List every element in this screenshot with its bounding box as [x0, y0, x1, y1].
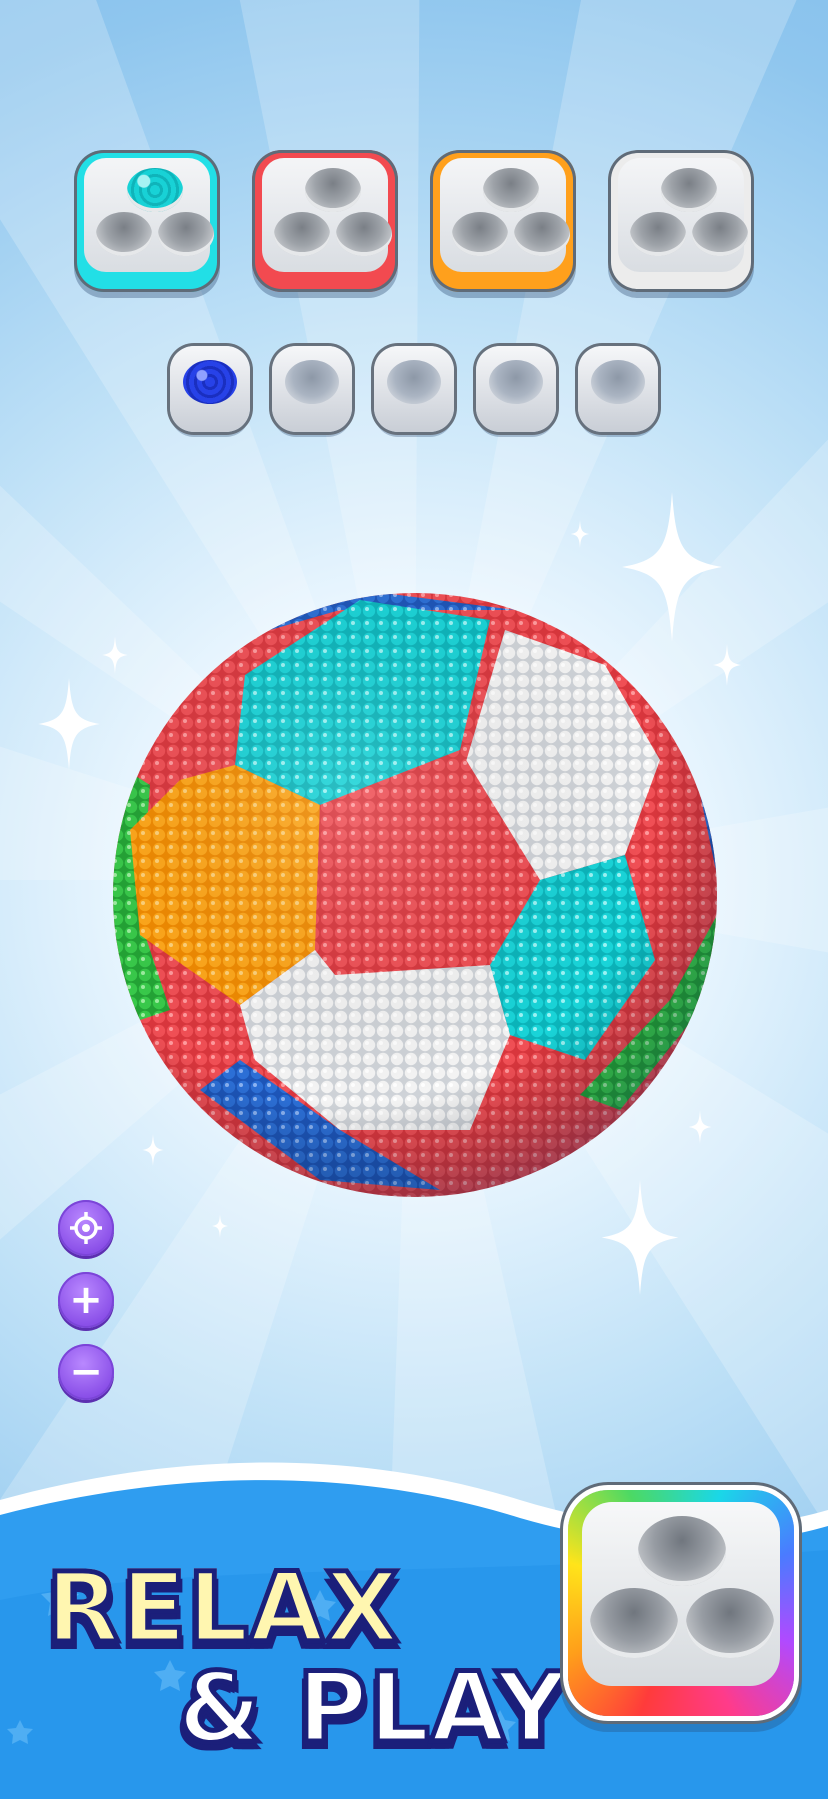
cup-slot-1[interactable]: [170, 346, 250, 432]
sparkle-icon: [570, 520, 590, 548]
hole-empty: [96, 212, 152, 256]
minus-icon: −: [69, 1349, 103, 1395]
plus-icon: +: [69, 1277, 103, 1323]
cup-slot-3[interactable]: [374, 346, 454, 432]
tray-white[interactable]: [608, 150, 754, 292]
target-icon: [70, 1212, 102, 1244]
recenter-button[interactable]: [58, 1200, 114, 1256]
hole-empty: [483, 168, 539, 212]
hole-empty: [274, 212, 330, 256]
zoom-out-button[interactable]: −: [58, 1344, 114, 1400]
cup-empty: [489, 360, 543, 404]
tray-inner: [84, 158, 214, 272]
hole-empty: [692, 212, 748, 256]
hole-empty: [514, 212, 570, 256]
tray-inner: [440, 158, 570, 272]
hole-empty: [686, 1588, 774, 1658]
hole-empty: [638, 1516, 726, 1586]
cup-empty: [591, 360, 645, 404]
cup-empty: [387, 360, 441, 404]
tray-inner: [582, 1502, 780, 1686]
hole-empty: [590, 1588, 678, 1658]
tagline-line-2: & PLAY: [175, 1652, 568, 1764]
soccer-ball-puzzle[interactable]: [110, 590, 720, 1200]
tray-cyan[interactable]: [74, 150, 220, 292]
cup-slot-5[interactable]: [578, 346, 658, 432]
cup-empty: [285, 360, 339, 404]
hole-empty: [336, 212, 392, 256]
rainbow-tray[interactable]: [568, 1490, 794, 1716]
cup-slot-4[interactable]: [476, 346, 556, 432]
tray-inner: [618, 158, 748, 272]
hole-empty: [661, 168, 717, 212]
hole-empty: [158, 212, 214, 256]
cup-filled-blue: [183, 360, 237, 404]
cup-slot-2[interactable]: [272, 346, 352, 432]
tray-inner: [262, 158, 392, 272]
tray-orange[interactable]: [430, 150, 576, 292]
sparkle-icon: [38, 678, 100, 770]
hole-empty: [305, 168, 361, 212]
hole-filled-cyan: [127, 168, 183, 212]
sparkle-icon: [212, 1214, 228, 1238]
hole-empty: [452, 212, 508, 256]
hole-empty: [630, 212, 686, 256]
zoom-in-button[interactable]: +: [58, 1272, 114, 1328]
tray-red[interactable]: [252, 150, 398, 292]
tagline-line-1: RELAX: [44, 1552, 402, 1664]
